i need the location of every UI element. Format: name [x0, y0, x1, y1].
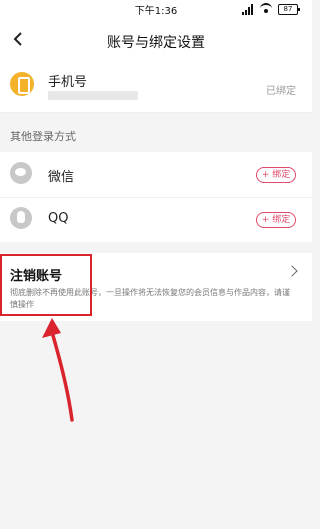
wechat-icon: [10, 162, 32, 184]
phone-label: 手机号: [48, 75, 88, 90]
wechat-label: 微信: [48, 170, 75, 185]
list-item-wechat: 微信 + 绑定: [0, 152, 312, 198]
phone-number-masked: [48, 91, 138, 100]
status-bar: 下午1:36 87: [0, 0, 312, 18]
wifi-icon: [260, 3, 272, 15]
qq-label: QQ: [48, 211, 69, 226]
qq-icon: [10, 207, 32, 229]
signal-icon: [242, 3, 254, 15]
battery-icon: 87: [278, 3, 300, 15]
phone-icon: [10, 72, 34, 96]
page-title: 账号与绑定设置: [107, 35, 205, 51]
list-item-qq: QQ + 绑定: [0, 197, 312, 242]
other-login-section-label: 其他登录方式: [10, 130, 76, 143]
phone-bind-status: 已绑定: [266, 86, 296, 97]
header-bar: 账号与绑定设置: [0, 18, 312, 62]
bind-qq-button[interactable]: + 绑定: [256, 212, 296, 228]
status-icons: 87: [242, 3, 300, 15]
chevron-right-icon: [286, 265, 298, 277]
phone-binding-row[interactable]: 手机号 已绑定: [0, 62, 312, 113]
bind-wechat-button[interactable]: + 绑定: [256, 167, 296, 183]
highlight-annotation-box: [0, 254, 92, 316]
other-login-list: 微信 + 绑定 QQ + 绑定: [0, 152, 312, 242]
